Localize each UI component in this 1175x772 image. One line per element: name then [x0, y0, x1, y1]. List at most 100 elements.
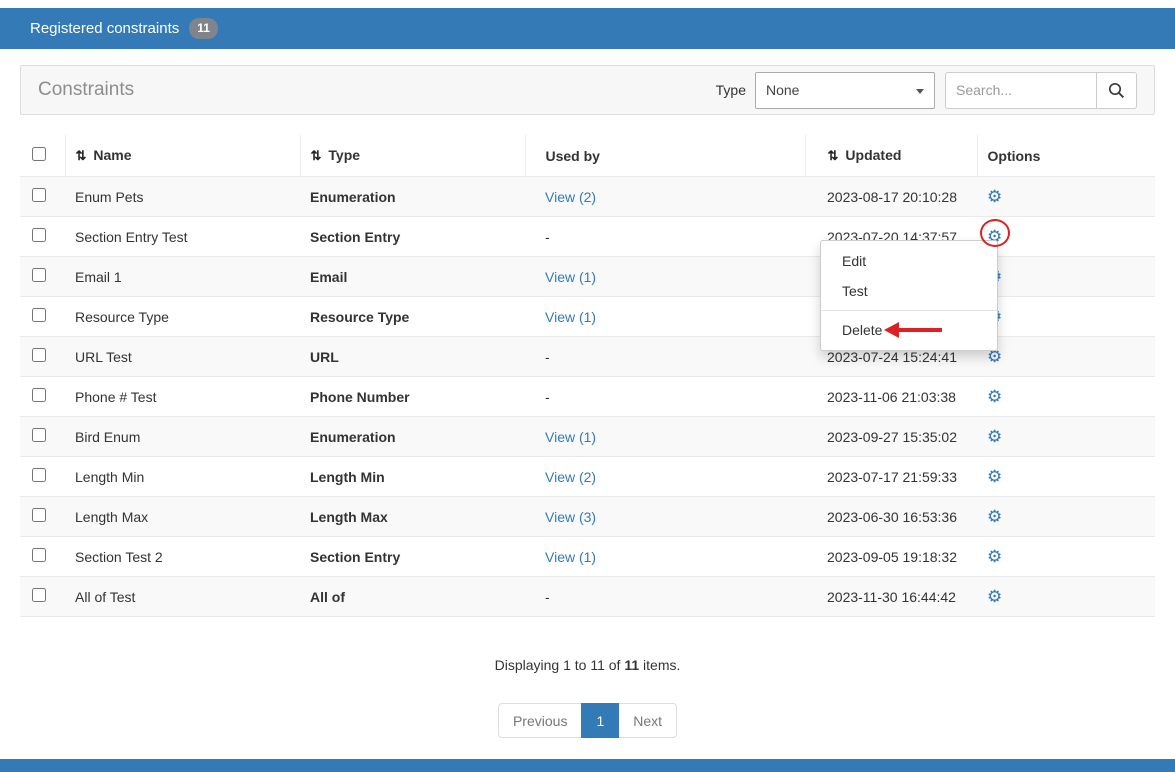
pagination-previous[interactable]: Previous: [498, 703, 582, 738]
used-by-cell: -: [525, 337, 805, 377]
pagination: Previous 1 Next: [20, 703, 1155, 738]
menu-divider: [821, 310, 997, 311]
updated-cell: 2023-09-05 19:18:32: [805, 537, 977, 577]
row-checkbox[interactable]: [32, 188, 46, 202]
select-all-checkbox[interactable]: [32, 147, 46, 161]
used-by-value[interactable]: View (2): [545, 189, 596, 205]
sort-icon: ⇅: [828, 148, 839, 163]
row-checkbox[interactable]: [32, 548, 46, 562]
gear-icon[interactable]: ⚙: [987, 187, 1002, 206]
footer-bar: [0, 759, 1175, 772]
summary-prefix: Displaying 1 to 11 of: [495, 657, 621, 673]
used-by-cell: View (3): [525, 497, 805, 537]
search-input[interactable]: [945, 72, 1097, 109]
row-checkbox[interactable]: [32, 468, 46, 482]
updated-timestamp: 2023-09-27 15:35:02: [827, 429, 957, 445]
panel-header: Constraints Type None: [20, 65, 1155, 115]
used-by-value[interactable]: View (2): [545, 469, 596, 485]
used-by-value[interactable]: View (1): [545, 429, 596, 445]
column-label: Name: [93, 147, 131, 163]
constraint-type: Enumeration: [310, 429, 396, 445]
constraint-type: Length Max: [310, 509, 388, 525]
used-by-cell: -: [525, 377, 805, 417]
menu-item-edit[interactable]: Edit: [821, 246, 997, 276]
row-checkbox[interactable]: [32, 268, 46, 282]
type-filter-value: None: [766, 82, 799, 98]
updated-cell: 2023-09-27 15:35:02: [805, 417, 977, 457]
gear-icon[interactable]: ⚙: [987, 387, 1002, 406]
sort-icon: ⇅: [311, 148, 322, 163]
options-cell: ⚙: [977, 497, 1155, 537]
type-filter-label: Type: [716, 82, 746, 98]
row-select-cell: [20, 297, 65, 337]
options-cell: ⚙: [977, 177, 1155, 217]
used-by-cell: View (2): [525, 177, 805, 217]
row-checkbox[interactable]: [32, 588, 46, 602]
used-by-value[interactable]: View (1): [545, 269, 596, 285]
row-checkbox[interactable]: [32, 308, 46, 322]
gear-icon[interactable]: ⚙: [987, 507, 1002, 526]
summary-suffix: items.: [643, 657, 680, 673]
row-checkbox[interactable]: [32, 348, 46, 362]
row-select-cell: [20, 497, 65, 537]
constraints-table: ⇅Name ⇅Type Used by ⇅Updated Options Enu…: [20, 135, 1155, 617]
used-by-cell: -: [525, 577, 805, 617]
column-header-updated[interactable]: ⇅ Updated: [805, 135, 977, 177]
used-by-cell: View (1): [525, 537, 805, 577]
gear-icon[interactable]: ⚙: [987, 547, 1002, 566]
used-by-value: -: [545, 229, 550, 245]
type-cell: Email: [300, 257, 525, 297]
constraint-type: Email: [310, 269, 347, 285]
type-cell: Length Min: [300, 457, 525, 497]
gear-icon[interactable]: ⚙: [987, 587, 1002, 606]
options-dropdown-menu: Edit Test Delete: [820, 240, 998, 351]
type-cell: Phone Number: [300, 377, 525, 417]
constraint-type: Enumeration: [310, 189, 396, 205]
row-checkbox[interactable]: [32, 428, 46, 442]
column-header-type[interactable]: ⇅Type: [300, 135, 525, 177]
column-label: Updated: [845, 147, 901, 163]
pagination-next[interactable]: Next: [618, 703, 677, 738]
page-title: Registered constraints: [30, 20, 179, 37]
column-header-name[interactable]: ⇅Name: [65, 135, 300, 177]
used-by-value[interactable]: View (1): [545, 549, 596, 565]
row-select-cell: [20, 177, 65, 217]
type-cell: Section Entry: [300, 537, 525, 577]
used-by-cell: View (1): [525, 297, 805, 337]
chevron-down-icon: [916, 89, 924, 94]
name-cell: Section Test 2: [65, 537, 300, 577]
used-by-value[interactable]: View (1): [545, 309, 596, 325]
pagination-page-1[interactable]: 1: [581, 703, 619, 738]
options-cell: ⚙: [977, 257, 1155, 297]
row-checkbox[interactable]: [32, 508, 46, 522]
constraint-name: URL Test: [75, 349, 132, 365]
used-by-cell: View (1): [525, 257, 805, 297]
search-icon: [1108, 82, 1125, 99]
options-cell: ⚙: [977, 457, 1155, 497]
menu-item-test[interactable]: Test: [821, 276, 997, 306]
gear-icon[interactable]: ⚙: [987, 427, 1002, 446]
updated-timestamp: 2023-09-05 19:18:32: [827, 549, 957, 565]
updated-timestamp: 2023-08-17 20:10:28: [827, 189, 957, 205]
search-button[interactable]: [1097, 72, 1137, 109]
updated-cell: 2023-08-17 20:10:28: [805, 177, 977, 217]
row-checkbox[interactable]: [32, 228, 46, 242]
row-select-cell: [20, 417, 65, 457]
table-row: All of Test All of - 2023-11-30 16:44:42…: [20, 577, 1155, 617]
constraint-name: Bird Enum: [75, 429, 140, 445]
table-row: Enum Pets Enumeration View (2) 2023-08-1…: [20, 177, 1155, 217]
used-by-value[interactable]: View (3): [545, 509, 596, 525]
count-badge: 11: [189, 18, 218, 38]
used-by-cell: View (2): [525, 457, 805, 497]
items-summary: Displaying 1 to 11 of 11 items.: [20, 657, 1155, 673]
type-filter-select[interactable]: None: [755, 72, 935, 109]
row-checkbox[interactable]: [32, 388, 46, 402]
gear-icon[interactable]: ⚙: [987, 467, 1002, 486]
used-by-value: -: [545, 589, 550, 605]
row-select-cell: [20, 537, 65, 577]
menu-item-delete[interactable]: Delete: [821, 315, 997, 345]
constraint-type: URL: [310, 349, 339, 365]
options-cell: ⚙: [977, 377, 1155, 417]
used-by-value: -: [545, 349, 550, 365]
constraint-name: Email 1: [75, 269, 122, 285]
